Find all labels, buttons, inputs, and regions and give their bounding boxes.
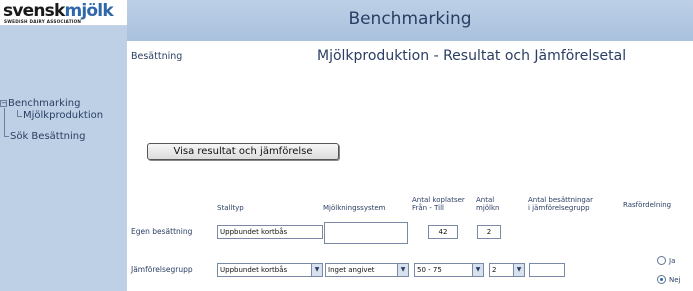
mjolkn-select-value: 2 <box>492 266 497 274</box>
column-header-besattningar: Antal besättningar <box>528 196 594 204</box>
column-header-mjolkningssystem: Mjölkningssystem <box>323 204 386 212</box>
page-title: Mjölkproduktion - Resultat och Jämförels… <box>317 48 627 64</box>
mjolkningssystem-select-value: Inget angivet <box>328 266 375 274</box>
rasfordelning-ja-label: Ja <box>669 257 676 265</box>
brand-logo: svenskmjölk SWEDISH DAIRY ASSOCIATION <box>0 0 127 26</box>
stalltyp-select-value: Uppbundet kortbås <box>220 266 288 274</box>
sidebar: − Benchmarking Mjölkproduktion Sök Besät… <box>0 26 127 291</box>
tree-connector <box>4 108 5 136</box>
mjolkn-select[interactable]: 2 ▼ <box>489 263 525 277</box>
row-label-egen: Egen besättning <box>131 227 193 236</box>
sidebar-item-benchmarking[interactable]: Benchmarking <box>8 98 80 109</box>
logo-tagline: SWEDISH DAIRY ASSOCIATION <box>4 19 82 24</box>
stalltyp-field[interactable]: Uppbundet kortbås <box>217 225 323 239</box>
tree-collapse-icon[interactable]: − <box>0 100 7 107</box>
rasfordelning-nej-label: Nej <box>669 276 681 284</box>
app-title: Benchmarking <box>348 9 472 29</box>
koplatser-field[interactable]: 42 <box>428 225 458 239</box>
koplatser-select[interactable]: 50 - 75 ▼ <box>414 263 484 277</box>
column-header-rasfordelning: Rasfördelning <box>623 201 672 209</box>
chevron-down-icon[interactable]: ▼ <box>397 264 408 276</box>
mjolkn-field[interactable]: 2 <box>477 225 501 239</box>
mjolkningssystem-select[interactable]: Inget angivet ▼ <box>325 263 409 277</box>
tree-connector <box>4 136 9 137</box>
column-header-stalltyp: Stalltyp <box>217 204 244 212</box>
header-bar: Benchmarking <box>127 0 693 41</box>
sidebar-item-sok-besattning[interactable]: Sök Besättning <box>10 131 85 142</box>
column-header-koplatser-range: Från - Till <box>412 204 444 212</box>
chevron-down-icon[interactable]: ▼ <box>472 264 483 276</box>
column-header-koplatser: Antal koplatser <box>412 196 465 204</box>
stalltyp-select[interactable]: Uppbundet kortbås ▼ <box>217 263 323 277</box>
chevron-down-icon[interactable]: ▼ <box>513 264 524 276</box>
tree-connector <box>17 116 22 117</box>
rasfordelning-nej-radio[interactable] <box>657 275 666 284</box>
mjolkningssystem-field[interactable] <box>324 222 408 244</box>
show-results-button[interactable]: Visa resultat och jämförelse <box>147 143 339 160</box>
besattningar-field <box>529 263 565 277</box>
column-header-mjolkn: Antal <box>476 196 495 204</box>
column-header-besattningar-sub: i jämförelsegrupp <box>528 204 590 212</box>
chevron-down-icon[interactable]: ▼ <box>311 264 322 276</box>
koplatser-select-value: 50 - 75 <box>417 266 442 274</box>
section-label: Besättning <box>131 51 183 62</box>
column-header-mjolkn-sub: mjölkn <box>476 204 500 212</box>
logo-wordmark: svenskmjölk <box>3 1 114 21</box>
rasfordelning-ja-radio[interactable] <box>657 256 666 265</box>
row-label-jamforelse: Jämförelsegrupp <box>131 265 193 274</box>
sidebar-item-mjolkproduktion[interactable]: Mjölkproduktion <box>23 110 103 121</box>
main-content: Besättning Mjölkproduktion - Resultat oc… <box>127 41 693 291</box>
